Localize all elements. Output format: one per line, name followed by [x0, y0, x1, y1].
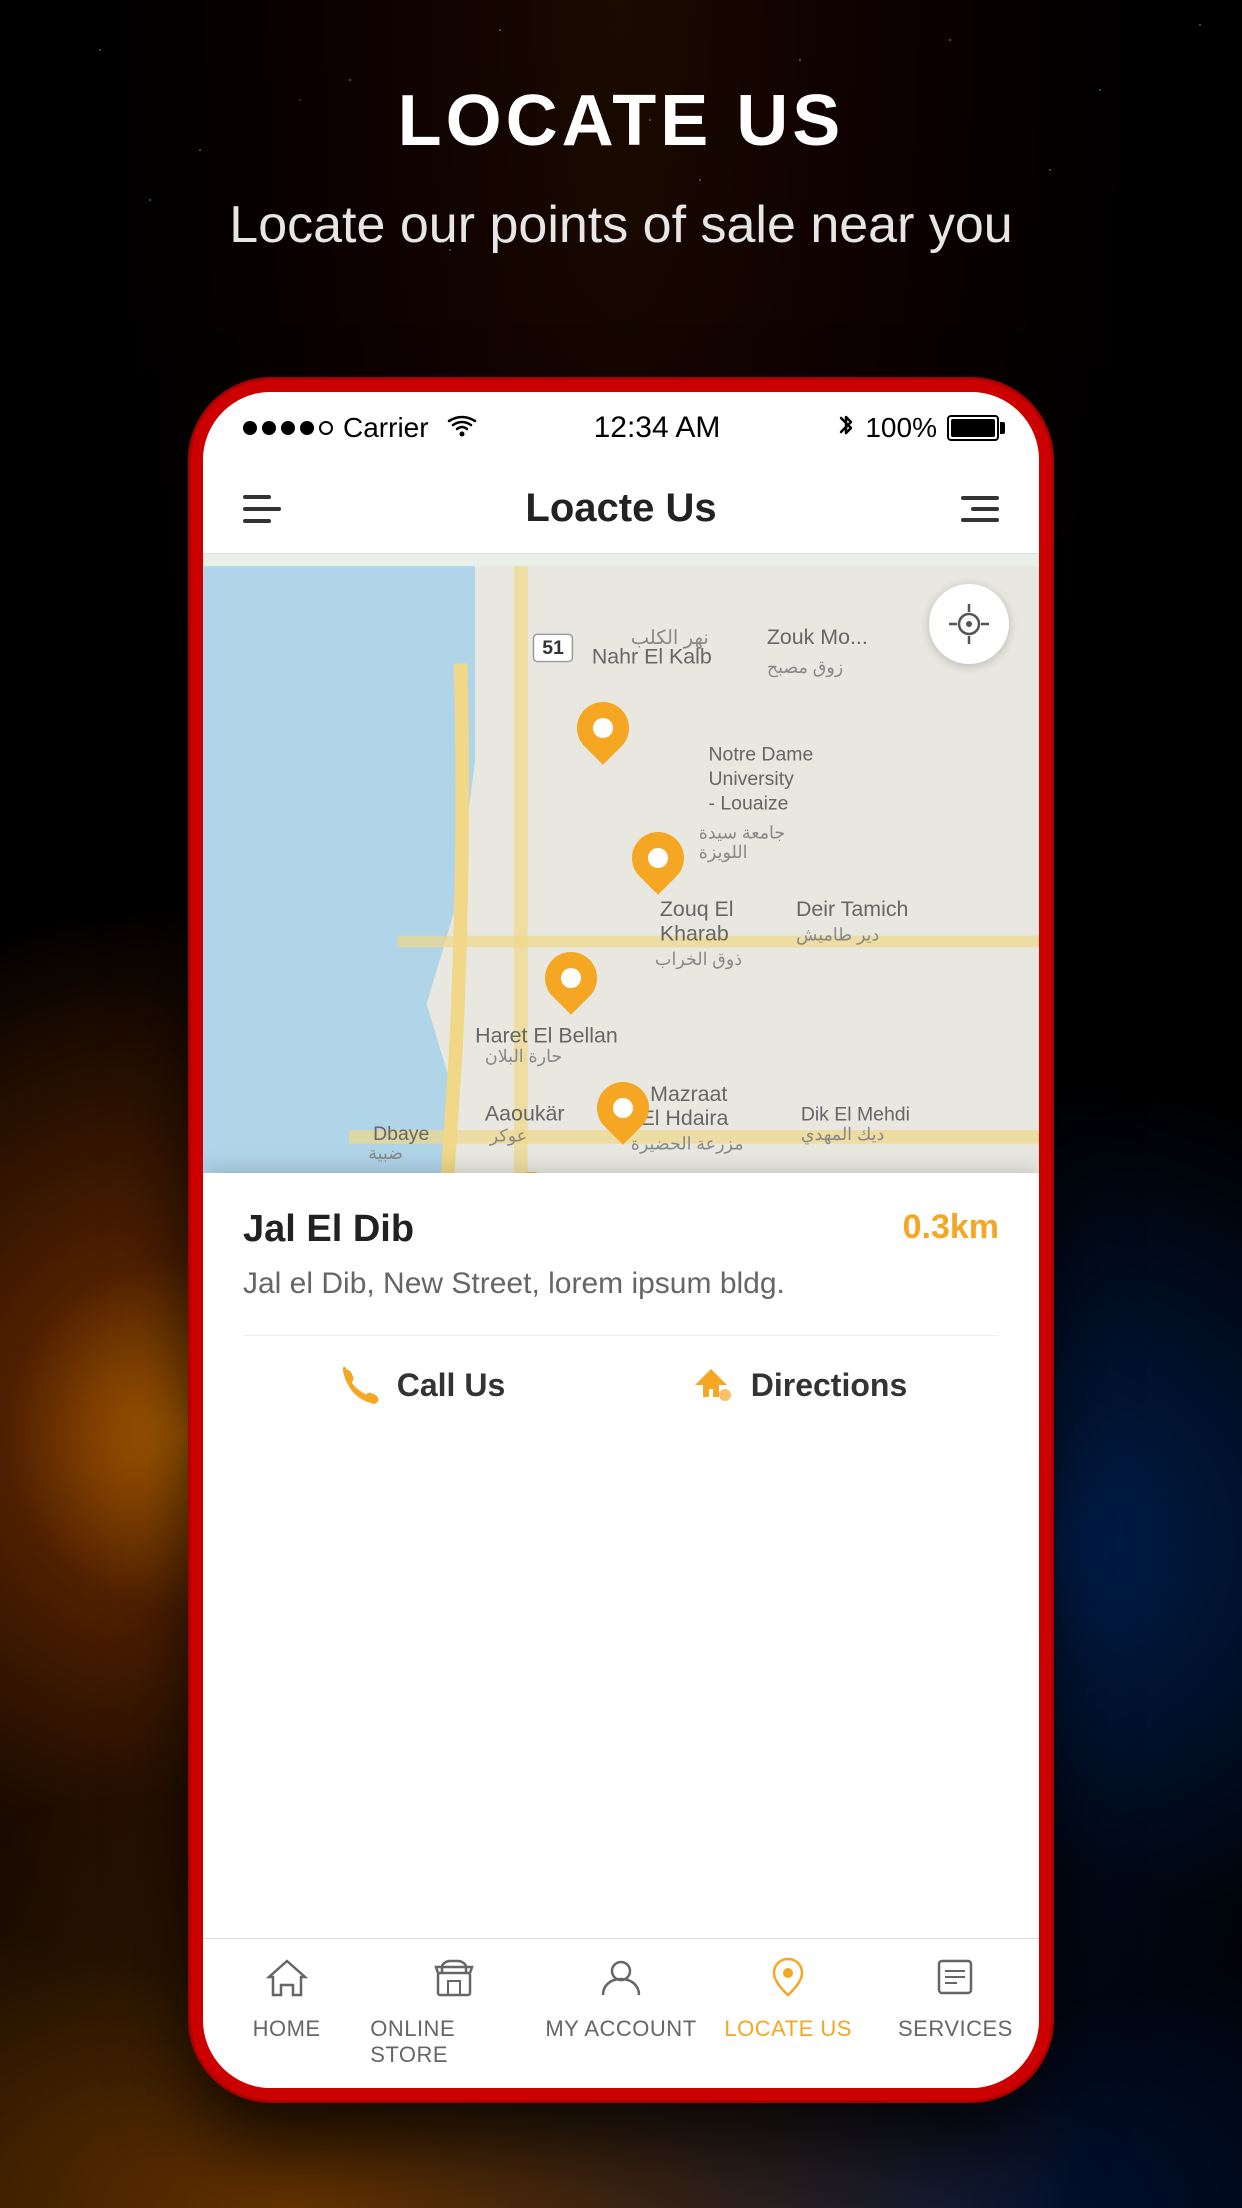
bluetooth-icon — [837, 411, 855, 446]
call-us-label: Call Us — [397, 1367, 505, 1404]
svg-text:عوكر: عوكر — [489, 1126, 527, 1147]
locate-icon — [766, 1957, 810, 2008]
svg-text:University: University — [708, 768, 794, 790]
nav-label-online-store: ONLINE STORE — [370, 2016, 537, 2068]
top-section: LOCATE US Locate our points of sale near… — [0, 0, 1242, 260]
bottom-nav: HOME ONLINE STORE — [203, 1938, 1039, 2088]
battery-percent: 100% — [865, 412, 937, 444]
nav-item-locate-us[interactable]: LOCATE US — [705, 1957, 872, 2042]
map-marker-1[interactable] — [577, 702, 629, 754]
signal-dot-1 — [243, 421, 257, 435]
svg-text:ضبية: ضبية — [368, 1143, 403, 1163]
hamburger-menu-button[interactable] — [243, 495, 281, 523]
signal-dots — [243, 421, 333, 435]
svg-text:Aaoukär: Aaoukär — [485, 1101, 565, 1125]
svg-text:مزرعة الحضيرة: مزرعة الحضيرة — [631, 1134, 744, 1155]
svg-text:دير طاميش: دير طاميش — [796, 925, 879, 946]
svg-text:نهر الكلب: نهر الكلب — [631, 627, 709, 649]
svg-text:Zouq El: Zouq El — [660, 897, 734, 921]
svg-text:Kharab: Kharab — [660, 922, 729, 946]
location-target-button[interactable] — [929, 584, 1009, 664]
call-us-button[interactable]: Call Us — [335, 1361, 505, 1409]
location-name: Jal El Dib — [243, 1208, 414, 1251]
signal-dot-3 — [281, 421, 295, 435]
home-icon — [265, 1957, 309, 2008]
status-bar: Carrier 12:34 AM — [203, 392, 1039, 464]
nav-label-home: HOME — [253, 2016, 321, 2042]
page-title: LOCATE US — [0, 80, 1242, 162]
status-time: 12:34 AM — [594, 411, 721, 445]
nav-item-online-store[interactable]: ONLINE STORE — [370, 1957, 537, 2068]
svg-text:El Hdaira: El Hdaira — [640, 1106, 728, 1130]
directions-button[interactable]: Directions — [689, 1361, 907, 1409]
map-marker-3[interactable] — [545, 952, 597, 1004]
battery-icon — [947, 415, 999, 441]
account-icon — [599, 1957, 643, 2008]
map-marker-2[interactable] — [632, 832, 684, 884]
map-marker-4[interactable] — [597, 1082, 649, 1134]
svg-text:Mazraat: Mazraat — [650, 1082, 727, 1106]
map-section[interactable]: Nahr El Kalb نهر الكلب Zouk Mo... زوق مص… — [203, 554, 1039, 1434]
nav-item-my-account[interactable]: MY ACCOUNT — [537, 1957, 704, 2042]
svg-text:جامعة سيدة: جامعة سيدة — [699, 822, 785, 842]
location-distance: 0.3km — [903, 1208, 999, 1247]
svg-text:حارة البلان: حارة البلان — [485, 1046, 562, 1067]
svg-text:زوق مصبح: زوق مصبح — [767, 657, 843, 678]
location-info-card: Jal El Dib 0.3km Jal el Dib, New Street,… — [203, 1173, 1039, 1434]
signal-dot-5 — [319, 421, 333, 435]
svg-text:ديك المهدي: ديك المهدي — [801, 1124, 884, 1145]
phone-frame: Carrier 12:34 AM — [191, 380, 1051, 2100]
nav-label-my-account: MY ACCOUNT — [545, 2016, 696, 2042]
map-background: Nahr El Kalb نهر الكلب Zouk Mo... زوق مص… — [203, 554, 1039, 1434]
svg-text:Notre Dame: Notre Dame — [708, 744, 813, 766]
location-address: Jal el Dib, New Street, lorem ipsum bldg… — [243, 1263, 999, 1305]
svg-text:Haret El Bellan: Haret El Bellan — [475, 1024, 618, 1048]
app-header-title: Loacte Us — [525, 486, 716, 531]
status-right: 100% — [837, 411, 999, 446]
svg-text:Deir Tamich: Deir Tamich — [796, 897, 908, 921]
svg-text:- Louaize: - Louaize — [708, 792, 788, 814]
nav-label-services: SERVICES — [898, 2016, 1013, 2042]
app-header: Loacte Us — [203, 464, 1039, 554]
page-subtitle: Locate our points of sale near you — [0, 192, 1242, 260]
svg-text:Dbaye: Dbaye — [373, 1123, 429, 1145]
services-icon — [933, 1957, 977, 2008]
info-header: Jal El Dib 0.3km — [243, 1208, 999, 1251]
signal-dot-4 — [300, 421, 314, 435]
info-actions: Call Us Directions — [243, 1335, 999, 1409]
svg-text:اللويزة: اللويزة — [699, 842, 748, 863]
svg-text:51: 51 — [542, 637, 564, 659]
svg-text:ذوق الخراب: ذوق الخراب — [655, 949, 742, 970]
phone-icon — [335, 1361, 383, 1409]
signal-dot-2 — [262, 421, 276, 435]
list-menu-button[interactable] — [961, 496, 999, 522]
svg-text:Dik El Mehdi: Dik El Mehdi — [801, 1103, 910, 1125]
nav-item-services[interactable]: SERVICES — [872, 1957, 1039, 2042]
directions-icon — [689, 1361, 737, 1409]
status-left: Carrier — [243, 412, 477, 444]
carrier-label: Carrier — [343, 412, 429, 444]
nav-item-home[interactable]: HOME — [203, 1957, 370, 2042]
svg-text:Zouk Mo...: Zouk Mo... — [767, 625, 868, 649]
wifi-icon — [447, 413, 477, 444]
store-icon — [432, 1957, 476, 2008]
directions-label: Directions — [751, 1367, 907, 1404]
nav-label-locate-us: LOCATE US — [724, 2016, 852, 2042]
phone-mockup: Carrier 12:34 AM — [191, 380, 1051, 2100]
